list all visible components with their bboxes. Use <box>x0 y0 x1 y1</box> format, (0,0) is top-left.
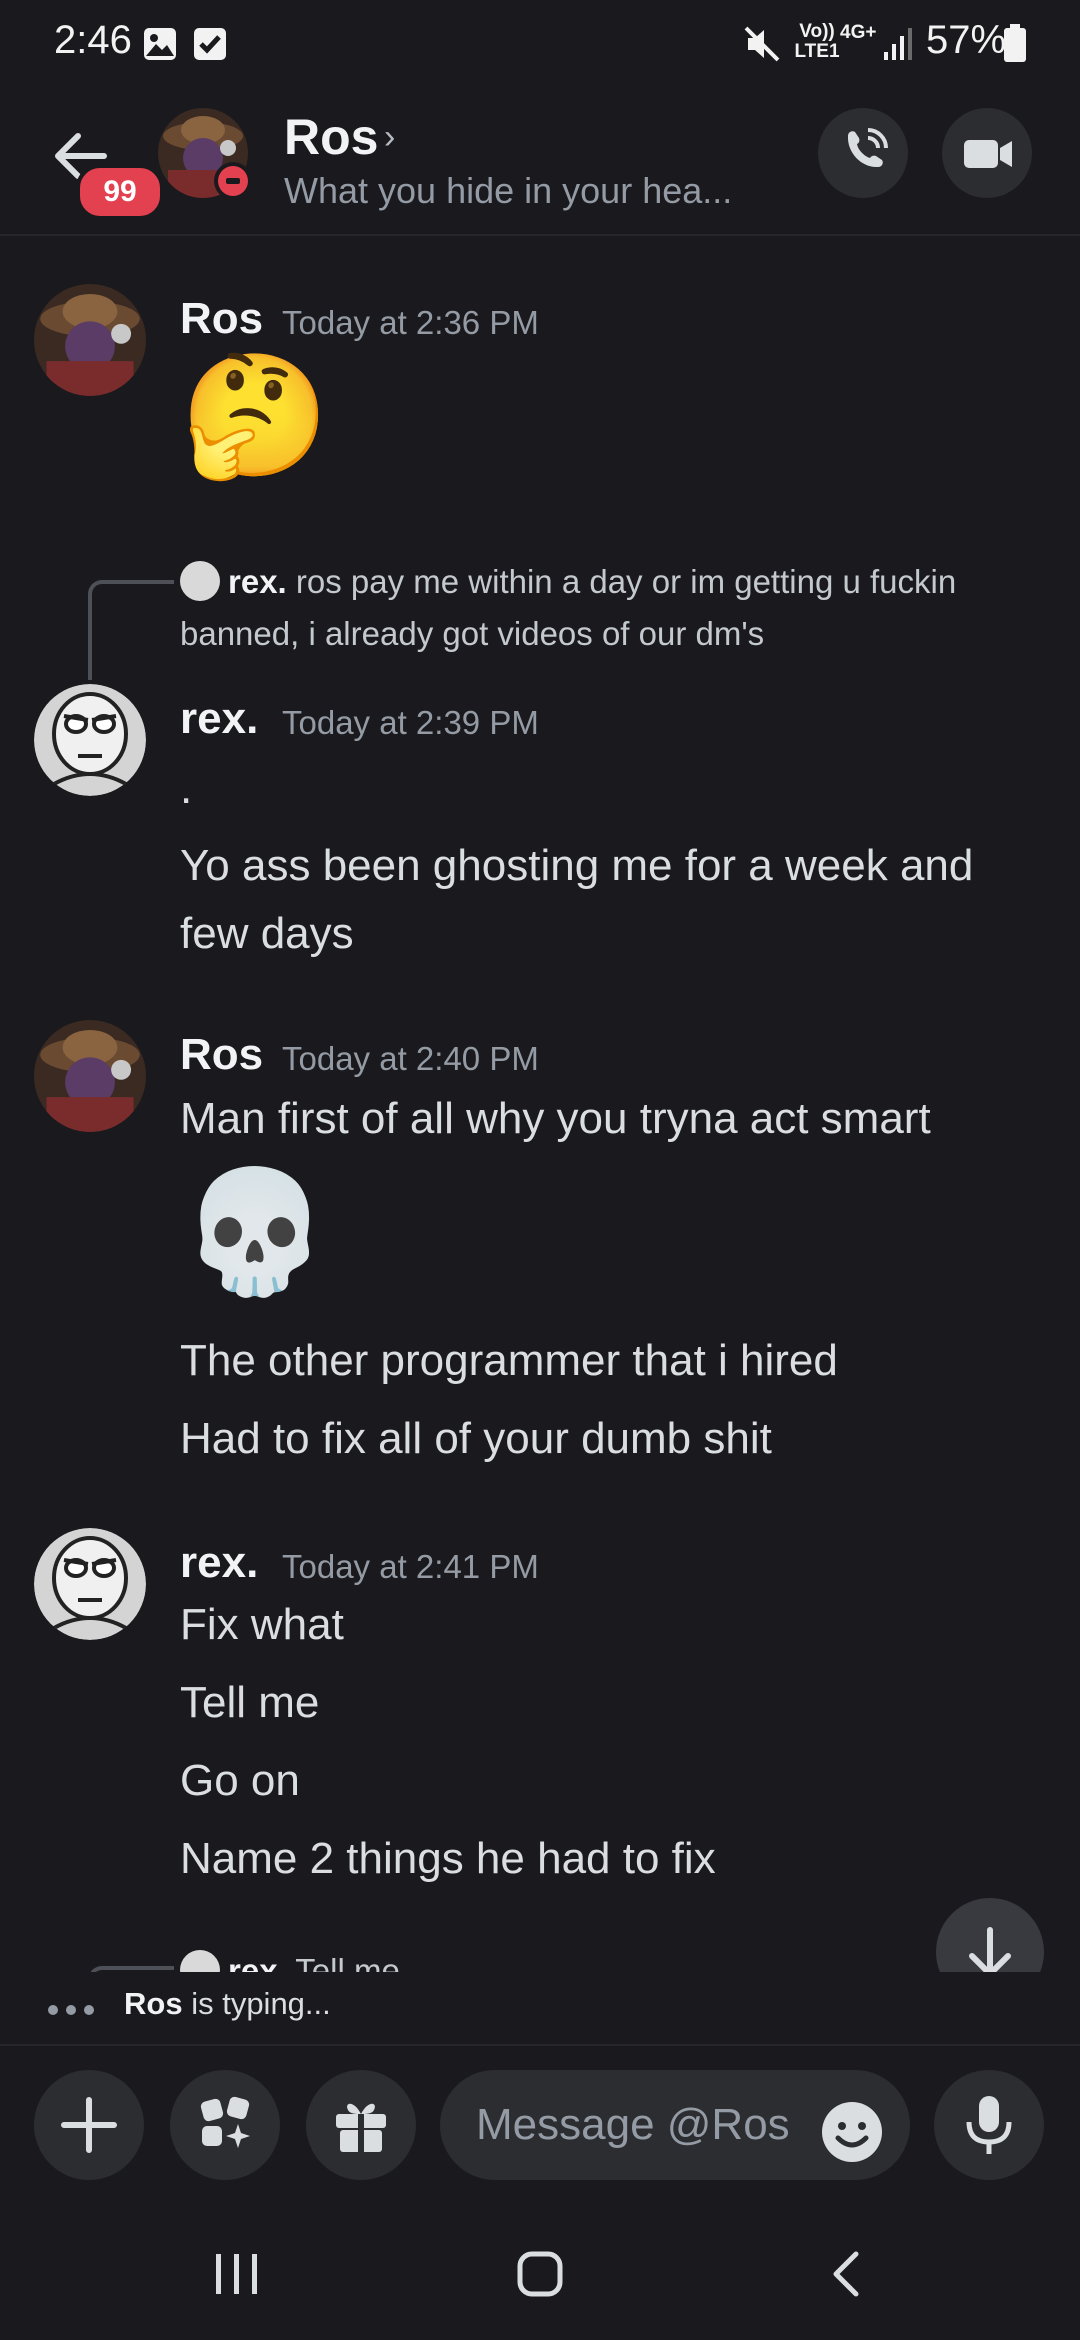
apps-button[interactable] <box>170 2070 280 2180</box>
phone-icon <box>847 128 888 168</box>
status-bar: 2:46 Vo)) LTE1 4G+ 57% <box>0 0 1080 84</box>
typing-label: is typing... <box>191 1986 331 2021</box>
message-text: Tell me <box>180 1678 320 1727</box>
message-text: The other programmer that i hired <box>180 1336 838 1385</box>
voice-call-button[interactable] <box>818 108 908 198</box>
message-text: Go on <box>180 1756 300 1805</box>
gift-icon <box>336 2103 386 2152</box>
microphone-icon <box>966 2096 1012 2154</box>
avatar <box>180 561 220 601</box>
message-timestamp: Today at 2:40 PM <box>282 1040 539 1077</box>
avatar[interactable] <box>34 284 146 396</box>
battery-percent: 57% <box>926 18 1007 62</box>
video-call-button[interactable] <box>942 108 1032 198</box>
avatar[interactable] <box>34 684 146 796</box>
gift-button[interactable] <box>306 2070 416 2180</box>
avatar[interactable] <box>34 1528 146 1640</box>
message-text: Man first of all why you tryna act smart <box>180 1094 931 1143</box>
plus-icon <box>61 2097 117 2153</box>
reply-text: ros pay me within a day or im getting u … <box>180 563 957 652</box>
message-author[interactable]: Ros <box>180 1030 263 1080</box>
network-type: 4G+ <box>840 22 877 43</box>
system-navigation-bar <box>0 2204 1080 2340</box>
home-icon[interactable] <box>516 2250 564 2298</box>
reply-connector <box>88 580 174 680</box>
battery-icon <box>1004 24 1026 62</box>
thinking-emoji: 🤔 <box>180 349 330 483</box>
checkbox-icon <box>194 28 226 60</box>
back-nav-icon[interactable] <box>826 2250 866 2298</box>
message-text: Had to fix all of your dumb shit <box>180 1414 772 1463</box>
mute-icon <box>744 26 780 62</box>
typing-user: Ros <box>124 1986 183 2021</box>
reply-preview[interactable]: rex. ros pay me within a day or im getti… <box>180 556 1040 660</box>
unread-badge: 99 <box>76 164 164 220</box>
typing-indicator: Ros is typing... <box>0 1972 1080 2044</box>
message-author[interactable]: rex. <box>180 1538 258 1588</box>
message-placeholder: Message @Ros <box>476 2100 790 2149</box>
message-text: Name 2 things he had to fix <box>180 1834 716 1883</box>
message-author[interactable]: Ros <box>180 294 263 344</box>
message-timestamp: Today at 2:39 PM <box>282 704 539 741</box>
message-timestamp: Today at 2:36 PM <box>282 304 539 341</box>
message-text: Yo ass been ghosting me for a week and f… <box>180 841 974 958</box>
reply-author: rex. <box>228 563 287 600</box>
skull-emoji: 💀 <box>180 1165 330 1299</box>
chat-header: 99 Ros › What you hide in your hea... <box>0 84 1080 236</box>
typing-dots-icon <box>48 2002 102 2020</box>
recent-apps-icon[interactable] <box>212 2252 262 2296</box>
signal-icon <box>884 28 912 60</box>
avatar[interactable] <box>34 1020 146 1132</box>
custom-status: What you hide in your hea... <box>284 170 733 211</box>
message-composer: Message @Ros <box>0 2044 1080 2206</box>
gallery-icon <box>144 28 176 60</box>
header-username[interactable]: Ros <box>284 108 378 166</box>
network-label: Vo)) LTE1 <box>794 21 840 62</box>
apps-icon <box>200 2096 250 2148</box>
dnd-status-icon <box>214 162 252 200</box>
chevron-right-icon[interactable]: › <box>384 118 395 157</box>
video-camera-icon <box>964 140 1012 168</box>
emoji-icon[interactable] <box>820 2100 884 2164</box>
message-text: . <box>180 764 193 813</box>
voice-message-button[interactable] <box>934 2070 1044 2180</box>
attach-button[interactable] <box>34 2070 144 2180</box>
message-timestamp: Today at 2:41 PM <box>282 1548 539 1585</box>
message-text: Fix what <box>180 1600 344 1649</box>
status-time: 2:46 <box>54 18 132 62</box>
message-author[interactable]: rex. <box>180 694 258 744</box>
